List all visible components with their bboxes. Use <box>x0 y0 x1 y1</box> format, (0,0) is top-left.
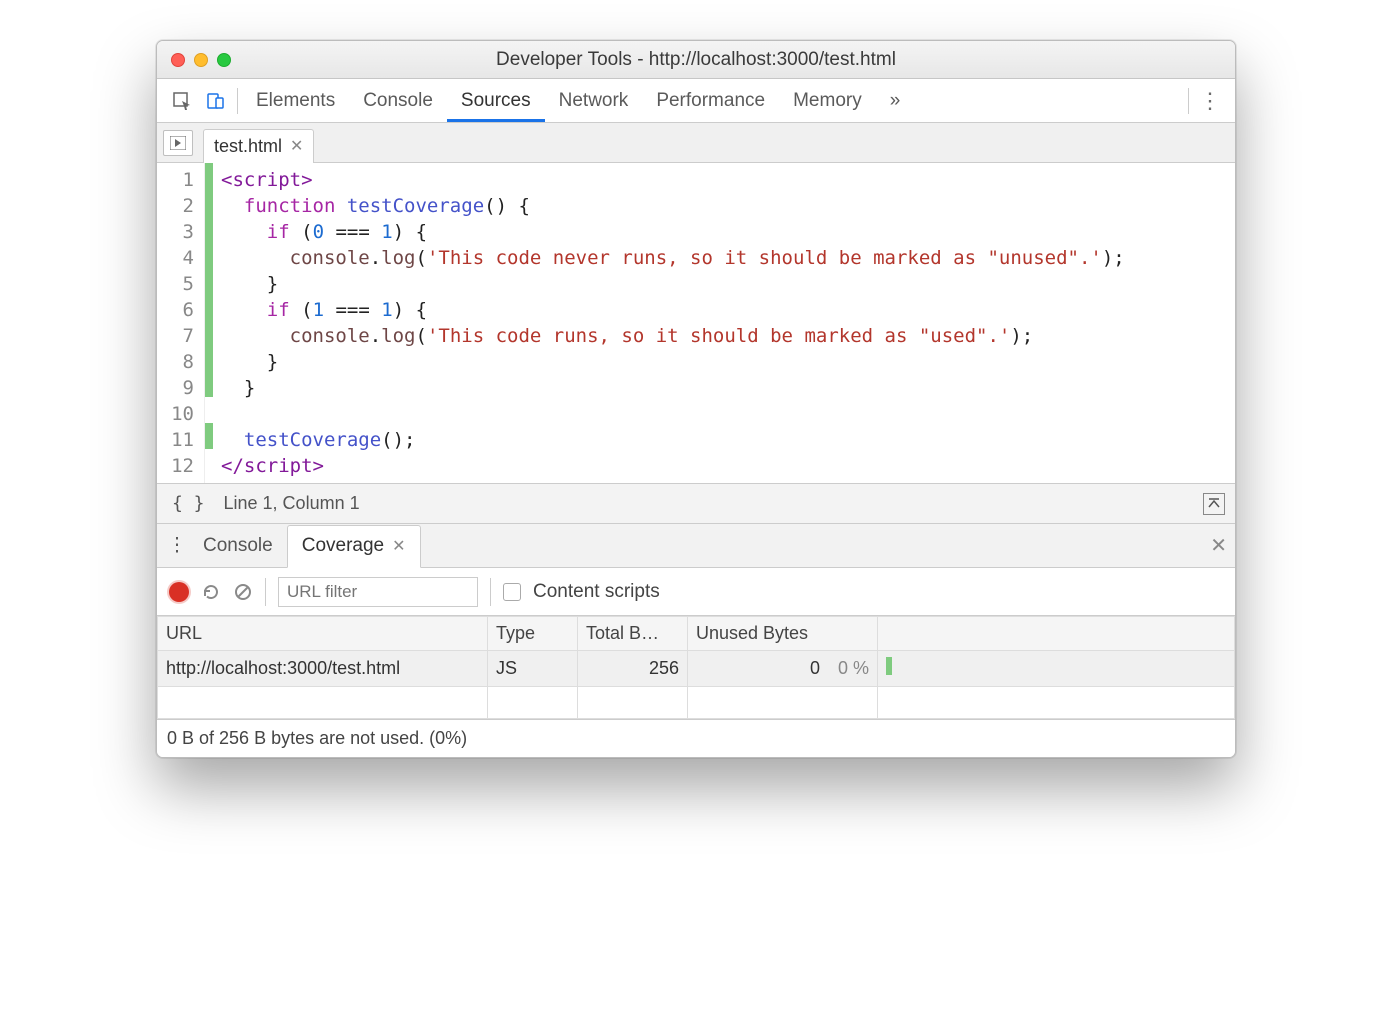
close-drawer-icon[interactable]: ✕ <box>1210 533 1227 558</box>
reload-icon[interactable] <box>201 582 221 602</box>
record-button[interactable] <box>169 582 189 602</box>
file-tab-active[interactable]: test.html ✕ <box>203 129 314 163</box>
tab-console[interactable]: Console <box>349 79 447 122</box>
cell-type: JS <box>488 651 578 687</box>
clear-icon[interactable] <box>233 582 253 602</box>
inspect-element-icon[interactable] <box>165 91 199 111</box>
window-title: Developer Tools - http://localhost:3000/… <box>157 49 1235 71</box>
pretty-print-icon[interactable]: { } <box>167 490 210 517</box>
col-bar <box>878 617 1235 651</box>
tab-performance[interactable]: Performance <box>642 79 779 122</box>
col-url[interactable]: URL <box>158 617 488 651</box>
cell-bar <box>878 651 1235 687</box>
device-toolbar-icon[interactable] <box>199 91 233 111</box>
coverage-table: URL Type Total B… Unused Bytes http://lo… <box>157 616 1235 719</box>
url-filter-input[interactable] <box>278 577 478 607</box>
cursor-position: Line 1, Column 1 <box>224 493 360 514</box>
tab-sources[interactable]: Sources <box>447 79 545 122</box>
settings-menu-icon[interactable]: ⋮ <box>1193 88 1227 114</box>
file-tab-label: test.html <box>214 136 282 157</box>
divider <box>1188 88 1189 114</box>
drawer-menu-icon[interactable]: ⋮ <box>165 534 189 557</box>
content-scripts-checkbox[interactable] <box>503 583 521 601</box>
content-scripts-label: Content scripts <box>533 581 660 603</box>
coverage-toolbar: Content scripts <box>157 568 1235 616</box>
coverage-gutter <box>205 163 213 483</box>
table-row <box>158 687 1235 719</box>
collapse-drawer-icon[interactable] <box>1203 493 1225 515</box>
navigator-toggle-icon[interactable] <box>163 130 193 156</box>
drawer-tab-console[interactable]: Console <box>189 524 287 567</box>
code-editor[interactable]: 123456789101112 <script> function testCo… <box>157 163 1235 483</box>
devtools-window: Developer Tools - http://localhost:3000/… <box>156 40 1236 758</box>
tab-memory[interactable]: Memory <box>779 79 876 122</box>
usage-bar-icon <box>886 657 892 675</box>
drawer: ⋮ Console Coverage ✕ ✕ Content scripts <box>157 523 1235 757</box>
close-icon[interactable]: ✕ <box>290 136 303 156</box>
table-header-row: URL Type Total B… Unused Bytes <box>158 617 1235 651</box>
file-tab-row: test.html ✕ <box>157 123 1235 163</box>
line-gutter: 123456789101112 <box>157 163 205 483</box>
divider <box>237 88 238 114</box>
code-body[interactable]: <script> function testCoverage() { if (0… <box>213 163 1125 483</box>
tab-elements[interactable]: Elements <box>242 79 349 122</box>
table-row[interactable]: http://localhost:3000/test.html JS 256 0… <box>158 651 1235 687</box>
editor-status-bar: { } Line 1, Column 1 <box>157 483 1235 523</box>
drawer-tab-coverage[interactable]: Coverage ✕ <box>287 525 421 568</box>
tab-network[interactable]: Network <box>545 79 643 122</box>
divider <box>265 578 266 606</box>
coverage-summary: 0 B of 256 B bytes are not used. (0%) <box>157 719 1235 757</box>
titlebar: Developer Tools - http://localhost:3000/… <box>157 41 1235 79</box>
unused-pct: 0 % <box>838 658 869 679</box>
col-type[interactable]: Type <box>488 617 578 651</box>
col-total[interactable]: Total B… <box>578 617 688 651</box>
drawer-tab-label: Coverage <box>302 535 384 557</box>
close-icon[interactable]: ✕ <box>392 536 405 556</box>
unused-value: 0 <box>810 658 820 679</box>
col-unused[interactable]: Unused Bytes <box>688 617 878 651</box>
cell-total: 256 <box>578 651 688 687</box>
drawer-tabbar: ⋮ Console Coverage ✕ ✕ <box>157 524 1235 568</box>
cell-unused: 0 0 % <box>688 651 878 687</box>
panel-tabbar: Elements Console Sources Network Perform… <box>157 79 1235 123</box>
divider <box>490 578 491 606</box>
tabs-overflow[interactable]: » <box>876 79 915 122</box>
cell-url: http://localhost:3000/test.html <box>158 651 488 687</box>
